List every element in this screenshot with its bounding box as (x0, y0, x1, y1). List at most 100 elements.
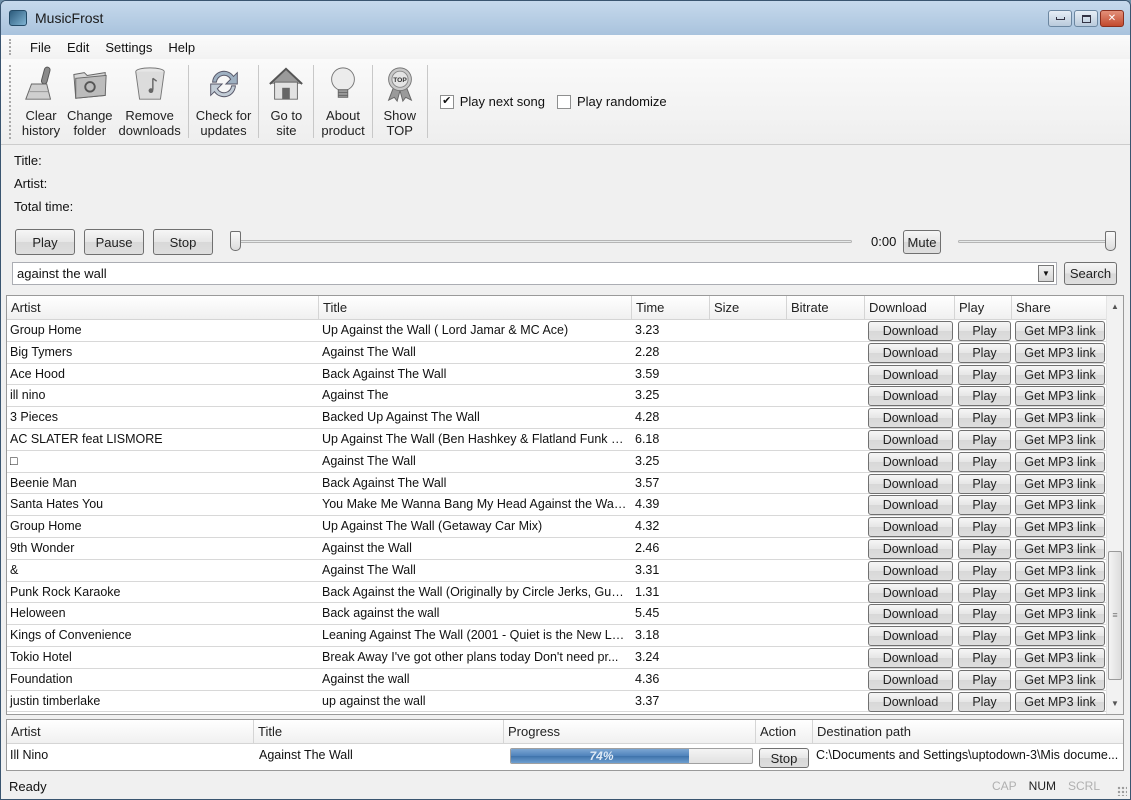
get-mp3-link-button[interactable]: Get MP3 link (1015, 321, 1105, 341)
volume-slider-thumb[interactable] (1105, 231, 1116, 251)
check-updates-button[interactable]: Check for updates (193, 64, 255, 138)
play-track-button[interactable]: Play (958, 342, 1011, 363)
play-track-button[interactable]: Play (958, 495, 1011, 516)
scrollbar-thumb[interactable]: ≡ (1108, 550, 1122, 680)
download-button[interactable]: Download (868, 386, 953, 407)
get-mp3-link-button[interactable]: Get MP3 link (1015, 691, 1105, 712)
play-track-button[interactable]: Play (958, 604, 1011, 625)
get-mp3-link-button[interactable]: Get MP3 link (1015, 604, 1105, 625)
play-next-song-checkbox[interactable]: ✔ Play next song (439, 94, 545, 109)
result-row[interactable]: & Against The Wall 3.31 Download Play Get MP3… (7, 560, 1106, 582)
search-input[interactable]: against the wall ▼ (12, 262, 1057, 285)
play-track-button[interactable]: Play (958, 539, 1011, 559)
get-mp3-link-button[interactable]: Get MP3 link (1015, 473, 1105, 494)
result-row[interactable]: AC SLATER feat LISMORE Up Against The Wal… (7, 429, 1106, 451)
dl-column-action[interactable]: Action (756, 720, 813, 743)
pause-button[interactable]: Pause (84, 229, 144, 255)
scroll-up-button[interactable]: ▲ (1107, 298, 1123, 315)
result-row[interactable]: justin timberlake up against the wall 3.37… (7, 691, 1106, 713)
change-folder-button[interactable]: Change folder (64, 64, 116, 138)
column-header-size[interactable]: Size (710, 296, 787, 319)
result-row[interactable]: ill nino Against The 3.25 Download Play Get M… (7, 385, 1106, 408)
play-track-button[interactable]: Play (958, 560, 1011, 581)
result-row[interactable]: Big Tymers Against The Wall 2.28 Download Pl… (7, 342, 1106, 364)
menu-settings[interactable]: Settings (97, 40, 160, 55)
stop-download-button[interactable]: Stop (759, 748, 809, 768)
column-header-share[interactable]: Share (1012, 296, 1108, 319)
get-mp3-link-button[interactable]: Get MP3 link (1015, 364, 1105, 385)
get-mp3-link-button[interactable]: Get MP3 link (1015, 539, 1105, 559)
dl-column-destination[interactable]: Destination path (813, 720, 1125, 743)
result-row[interactable]: Punk Rock Karaoke Back Against the Wall (… (7, 582, 1106, 604)
play-track-button[interactable]: Play (958, 626, 1011, 647)
download-button[interactable]: Download (868, 648, 953, 668)
search-button[interactable]: Search (1064, 262, 1117, 285)
download-button[interactable]: Download (868, 430, 953, 450)
remove-downloads-button[interactable]: Remove downloads (116, 64, 184, 138)
result-row[interactable]: Kings of Convenience Leaning Against The … (7, 625, 1106, 647)
download-button[interactable]: Download (868, 626, 953, 647)
dl-column-progress[interactable]: Progress (504, 720, 756, 743)
close-button[interactable]: ✕ (1100, 10, 1124, 27)
column-header-download[interactable]: Download (865, 296, 955, 319)
download-button[interactable]: Download (868, 669, 953, 690)
menu-file[interactable]: File (22, 40, 59, 55)
play-track-button[interactable]: Play (958, 321, 1011, 341)
show-top-button[interactable]: TOP Show TOP (377, 64, 423, 138)
result-row[interactable]: Foundation Against the wall 4.36 Download Pl… (7, 669, 1106, 691)
play-track-button[interactable]: Play (958, 648, 1011, 668)
stop-button[interactable]: Stop (153, 229, 213, 255)
dl-column-title[interactable]: Title (254, 720, 504, 743)
play-track-button[interactable]: Play (958, 364, 1011, 385)
download-button[interactable]: Download (868, 473, 953, 494)
play-button[interactable]: Play (15, 229, 75, 255)
column-header-title[interactable]: Title (319, 296, 632, 319)
play-track-button[interactable]: Play (958, 451, 1011, 472)
play-track-button[interactable]: Play (958, 669, 1011, 690)
dl-column-artist[interactable]: Artist (7, 720, 254, 743)
volume-slider-track[interactable] (958, 240, 1116, 243)
menu-edit[interactable]: Edit (59, 40, 97, 55)
result-row[interactable]: Group Home Up Against The Wall (Getaway C… (7, 516, 1106, 538)
get-mp3-link-button[interactable]: Get MP3 link (1015, 408, 1105, 429)
maximize-button[interactable] (1074, 10, 1098, 27)
get-mp3-link-button[interactable]: Get MP3 link (1015, 386, 1105, 407)
results-scrollbar[interactable]: ▲ ≡ ▼ (1106, 296, 1123, 714)
go-to-site-button[interactable]: Go to site (263, 64, 309, 138)
download-button[interactable]: Download (868, 408, 953, 429)
get-mp3-link-button[interactable]: Get MP3 link (1015, 342, 1105, 363)
result-row[interactable]: Heloween Back against the wall 5.45 Downloa… (7, 603, 1106, 626)
about-product-button[interactable]: About product (318, 64, 367, 138)
download-button[interactable]: Download (868, 539, 953, 559)
play-track-button[interactable]: Play (958, 408, 1011, 429)
get-mp3-link-button[interactable]: Get MP3 link (1015, 626, 1105, 647)
get-mp3-link-button[interactable]: Get MP3 link (1015, 451, 1105, 472)
play-randomize-checkbox[interactable]: Play randomize (557, 94, 667, 109)
get-mp3-link-button[interactable]: Get MP3 link (1015, 669, 1105, 690)
get-mp3-link-button[interactable]: Get MP3 link (1015, 648, 1105, 668)
result-row[interactable]: 3 Pieces Backed Up Against The Wall 4.28 Do… (7, 407, 1106, 429)
download-button[interactable]: Download (868, 604, 953, 625)
mute-button[interactable]: Mute (903, 230, 941, 254)
resize-grip[interactable] (1117, 786, 1127, 796)
get-mp3-link-button[interactable]: Get MP3 link (1015, 517, 1105, 538)
column-header-play[interactable]: Play (955, 296, 1012, 319)
play-track-button[interactable]: Play (958, 582, 1011, 603)
clear-history-button[interactable]: Clear history (18, 64, 64, 138)
minimize-button[interactable] (1048, 10, 1072, 27)
download-button[interactable]: Download (868, 560, 953, 581)
column-header-bitrate[interactable]: Bitrate (787, 296, 865, 319)
download-button[interactable]: Download (868, 582, 953, 603)
download-button[interactable]: Download (868, 342, 953, 363)
result-row[interactable]: 9th Wonder Against the Wall 2.46 Download Pl… (7, 538, 1106, 560)
download-button[interactable]: Download (868, 517, 953, 538)
result-row[interactable]: Group Home Up Against the Wall ( Lord Jam… (7, 320, 1106, 342)
play-track-button[interactable]: Play (958, 386, 1011, 407)
column-header-artist[interactable]: Artist (7, 296, 319, 319)
get-mp3-link-button[interactable]: Get MP3 link (1015, 560, 1105, 581)
seek-slider-thumb[interactable] (230, 231, 241, 251)
search-history-dropdown[interactable]: ▼ (1038, 265, 1054, 282)
play-track-button[interactable]: Play (958, 473, 1011, 494)
get-mp3-link-button[interactable]: Get MP3 link (1015, 495, 1105, 516)
download-button[interactable]: Download (868, 495, 953, 516)
